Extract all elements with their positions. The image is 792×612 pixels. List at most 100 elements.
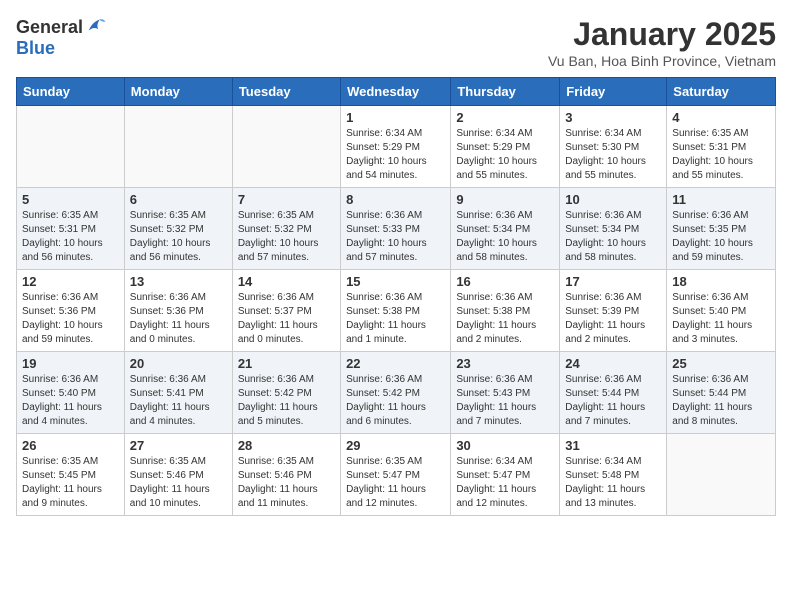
- calendar-cell: 31Sunrise: 6:34 AM Sunset: 5:48 PM Dayli…: [560, 434, 667, 516]
- day-number: 10: [565, 192, 661, 207]
- day-number: 23: [456, 356, 554, 371]
- calendar-cell: 27 Sunrise: 6:35 AM Sunset: 5:46 PM Dayli…: [124, 434, 232, 516]
- day-info: Sunrise: 6:35 AM Sunset: 5:31 PM Dayligh…: [22, 209, 119, 265]
- day-number: 7: [238, 192, 335, 207]
- calendar-cell: 18Sunrise: 6:36 AM Sunset: 5:40 PM Dayli…: [667, 270, 776, 352]
- calendar-cell: 1Sunrise: 6:34 AM Sunset: 5:29 PM Daylig…: [341, 106, 451, 188]
- calendar-cell: 29Sunrise: 6:35 AM Sunset: 5:47 PM Dayli…: [341, 434, 451, 516]
- calendar-cell: 24 Sunrise: 6:36 AM Sunset: 5:44 PM Dayli…: [560, 352, 667, 434]
- calendar-cell: 26 Sunrise: 6:35 AM Sunset: 5:45 PM Dayli…: [17, 434, 125, 516]
- calendar-cell: 20Sunrise: 6:36 AM Sunset: 5:41 PM Dayli…: [124, 352, 232, 434]
- day-number: 25: [672, 356, 770, 371]
- day-number: 8: [346, 192, 445, 207]
- calendar-cell: 4 Sunrise: 6:35 AM Sunset: 5:31 PM Daylig…: [667, 106, 776, 188]
- calendar-cell: [124, 106, 232, 188]
- calendar-cell: 5 Sunrise: 6:35 AM Sunset: 5:31 PM Daylig…: [17, 188, 125, 270]
- day-info: Sunrise: 6:35 AM Sunset: 5:32 PM Dayligh…: [238, 209, 335, 265]
- header-thursday: Thursday: [451, 78, 560, 106]
- day-number: 4: [672, 110, 770, 125]
- calendar-header-row: SundayMondayTuesdayWednesdayThursdayFrid…: [17, 78, 776, 106]
- logo-general-text: General: [16, 17, 83, 38]
- header-tuesday: Tuesday: [232, 78, 340, 106]
- week-row-3: 12 Sunrise: 6:36 AM Sunset: 5:36 PM Dayli…: [17, 270, 776, 352]
- header-wednesday: Wednesday: [341, 78, 451, 106]
- day-info: Sunrise: 6:35 AM Sunset: 5:31 PM Dayligh…: [672, 127, 770, 183]
- day-info: Sunrise: 6:35 AM Sunset: 5:32 PM Dayligh…: [130, 209, 227, 265]
- day-info: Sunrise: 6:36 AM Sunset: 5:39 PM Dayligh…: [565, 291, 661, 347]
- day-info: Sunrise: 6:36 AM Sunset: 5:35 PM Dayligh…: [672, 209, 770, 265]
- title-section: January 2025 Vu Ban, Hoa Binh Province, …: [548, 16, 776, 69]
- day-number: 31: [565, 438, 661, 453]
- day-number: 26: [22, 438, 119, 453]
- day-info: Sunrise: 6:36 AM Sunset: 5:42 PM Dayligh…: [238, 373, 335, 429]
- day-number: 11: [672, 192, 770, 207]
- day-number: 28: [238, 438, 335, 453]
- day-number: 19: [22, 356, 119, 371]
- calendar-cell: 14 Sunrise: 6:36 AM Sunset: 5:37 PM Dayli…: [232, 270, 340, 352]
- day-number: 15: [346, 274, 445, 289]
- calendar-cell: 25Sunrise: 6:36 AM Sunset: 5:44 PM Dayli…: [667, 352, 776, 434]
- day-number: 18: [672, 274, 770, 289]
- calendar-cell: 23 Sunrise: 6:36 AM Sunset: 5:43 PM Dayli…: [451, 352, 560, 434]
- day-info: Sunrise: 6:36 AM Sunset: 5:44 PM Dayligh…: [565, 373, 661, 429]
- calendar-cell: 22 Sunrise: 6:36 AM Sunset: 5:42 PM Dayli…: [341, 352, 451, 434]
- day-info: Sunrise: 6:36 AM Sunset: 5:38 PM Dayligh…: [346, 291, 445, 347]
- day-info: Sunrise: 6:36 AM Sunset: 5:42 PM Dayligh…: [346, 373, 445, 429]
- day-number: 16: [456, 274, 554, 289]
- day-info: Sunrise: 6:36 AM Sunset: 5:37 PM Dayligh…: [238, 291, 335, 347]
- logo: General Blue: [16, 16, 107, 59]
- day-info: Sunrise: 6:36 AM Sunset: 5:40 PM Dayligh…: [22, 373, 119, 429]
- day-info: Sunrise: 6:36 AM Sunset: 5:43 PM Dayligh…: [456, 373, 554, 429]
- calendar-cell: 21 Sunrise: 6:36 AM Sunset: 5:42 PM Dayli…: [232, 352, 340, 434]
- day-number: 1: [346, 110, 445, 125]
- day-number: 24: [565, 356, 661, 371]
- calendar-cell: 19 Sunrise: 6:36 AM Sunset: 5:40 PM Dayli…: [17, 352, 125, 434]
- header-monday: Monday: [124, 78, 232, 106]
- calendar-cell: [17, 106, 125, 188]
- day-info: Sunrise: 6:36 AM Sunset: 5:34 PM Dayligh…: [565, 209, 661, 265]
- day-number: 20: [130, 356, 227, 371]
- calendar-cell: 13Sunrise: 6:36 AM Sunset: 5:36 PM Dayli…: [124, 270, 232, 352]
- day-number: 14: [238, 274, 335, 289]
- header-friday: Friday: [560, 78, 667, 106]
- day-info: Sunrise: 6:35 AM Sunset: 5:45 PM Dayligh…: [22, 455, 119, 511]
- calendar-cell: [667, 434, 776, 516]
- calendar-cell: 10 Sunrise: 6:36 AM Sunset: 5:34 PM Dayli…: [560, 188, 667, 270]
- day-info: Sunrise: 6:36 AM Sunset: 5:36 PM Dayligh…: [130, 291, 227, 347]
- week-row-5: 26 Sunrise: 6:35 AM Sunset: 5:45 PM Dayli…: [17, 434, 776, 516]
- calendar-cell: 6 Sunrise: 6:35 AM Sunset: 5:32 PM Daylig…: [124, 188, 232, 270]
- day-number: 3: [565, 110, 661, 125]
- location-subtitle: Vu Ban, Hoa Binh Province, Vietnam: [548, 53, 776, 69]
- day-number: 5: [22, 192, 119, 207]
- month-title: January 2025: [548, 16, 776, 53]
- day-info: Sunrise: 6:35 AM Sunset: 5:47 PM Dayligh…: [346, 455, 445, 511]
- week-row-2: 5 Sunrise: 6:35 AM Sunset: 5:31 PM Daylig…: [17, 188, 776, 270]
- page-header: General Blue January 2025 Vu Ban, Hoa Bi…: [16, 16, 776, 69]
- day-info: Sunrise: 6:36 AM Sunset: 5:34 PM Dayligh…: [456, 209, 554, 265]
- day-number: 22: [346, 356, 445, 371]
- day-number: 6: [130, 192, 227, 207]
- day-number: 2: [456, 110, 554, 125]
- calendar-table: SundayMondayTuesdayWednesdayThursdayFrid…: [16, 77, 776, 516]
- logo-bird-icon: [85, 16, 107, 38]
- day-info: Sunrise: 6:34 AM Sunset: 5:30 PM Dayligh…: [565, 127, 661, 183]
- calendar-cell: 9Sunrise: 6:36 AM Sunset: 5:34 PM Daylig…: [451, 188, 560, 270]
- day-number: 12: [22, 274, 119, 289]
- calendar-cell: 16 Sunrise: 6:36 AM Sunset: 5:38 PM Dayli…: [451, 270, 560, 352]
- day-info: Sunrise: 6:34 AM Sunset: 5:29 PM Dayligh…: [456, 127, 554, 183]
- day-number: 27: [130, 438, 227, 453]
- day-info: Sunrise: 6:36 AM Sunset: 5:38 PM Dayligh…: [456, 291, 554, 347]
- calendar-cell: 3 Sunrise: 6:34 AM Sunset: 5:30 PM Daylig…: [560, 106, 667, 188]
- day-number: 17: [565, 274, 661, 289]
- header-sunday: Sunday: [17, 78, 125, 106]
- week-row-1: 1 Sunrise: 6:34 AM Sunset: 5:29 PM Daylig…: [17, 106, 776, 188]
- day-info: Sunrise: 6:35 AM Sunset: 5:46 PM Dayligh…: [130, 455, 227, 511]
- calendar-cell: 17 Sunrise: 6:36 AM Sunset: 5:39 PM Dayli…: [560, 270, 667, 352]
- calendar-cell: 11 Sunrise: 6:36 AM Sunset: 5:35 PM Dayli…: [667, 188, 776, 270]
- logo-blue-text: Blue: [16, 38, 55, 59]
- calendar-cell: 30Sunrise: 6:34 AM Sunset: 5:47 PM Dayli…: [451, 434, 560, 516]
- week-row-4: 19 Sunrise: 6:36 AM Sunset: 5:40 PM Dayli…: [17, 352, 776, 434]
- day-number: 21: [238, 356, 335, 371]
- calendar-cell: 28 Sunrise: 6:35 AM Sunset: 5:46 PM Dayli…: [232, 434, 340, 516]
- day-info: Sunrise: 6:35 AM Sunset: 5:46 PM Dayligh…: [238, 455, 335, 511]
